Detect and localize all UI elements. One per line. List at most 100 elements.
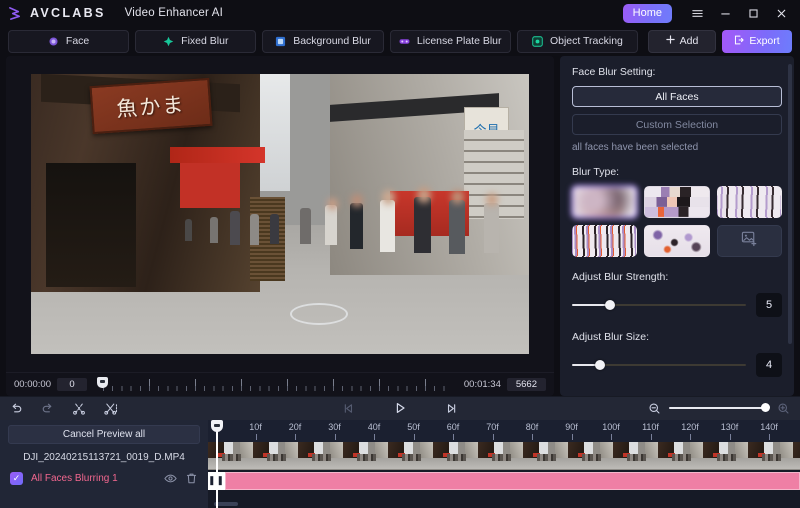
main-toolbar: Face Fixed Blur Background Blur License … [0, 26, 800, 56]
export-button[interactable]: Export [722, 29, 793, 53]
title-bar: AVCLABS Video Enhancer AI Home [0, 0, 800, 26]
blur-size-knob[interactable] [594, 360, 605, 370]
smear-blur-thumb[interactable] [716, 186, 782, 218]
filmstrip-thumbnail [523, 441, 568, 470]
layer-checkbox[interactable]: ✓ [10, 471, 23, 485]
timeline-ruler-label: 60f [446, 421, 460, 432]
blur-strength-slider[interactable] [572, 298, 746, 312]
trash-delete-icon[interactable] [185, 472, 198, 485]
noise-blur-thumb[interactable] [644, 225, 709, 257]
preview-playhead[interactable] [96, 377, 108, 388]
blurred-face [485, 192, 498, 206]
effect-track-row: ❚❚ [208, 471, 800, 490]
filmstrip-thumbnail [613, 441, 658, 470]
filmstrip-thumbnail [793, 441, 800, 470]
timeline-ruler-label: 140f [760, 421, 778, 432]
product-name: Video Enhancer AI [124, 7, 224, 19]
mosaic-blur-thumb[interactable] [644, 186, 709, 218]
next-frame-icon[interactable] [445, 402, 458, 415]
selection-hint: all faces have been selected [572, 142, 699, 153]
timeline-ruler-tick [532, 433, 533, 440]
timeline-ruler-label: 130f [720, 421, 739, 432]
video-area[interactable]: 魚かま 今見 [6, 56, 554, 372]
blur-strength-row: 5 [572, 293, 782, 317]
timeline-zoom-knob[interactable] [761, 403, 770, 412]
cancel-preview-all-button[interactable]: Cancel Preview all [8, 424, 200, 444]
tool-object-tracking[interactable]: Object Tracking [516, 29, 639, 53]
gaussian-blur-thumb[interactable] [572, 186, 638, 218]
blur-size-slider[interactable] [572, 358, 746, 372]
timeline-ruler[interactable]: 0f10f20f30f40f50f60f70f80f90f100f110f120… [208, 419, 800, 442]
panel-scrollbar[interactable] [788, 64, 792, 344]
close-icon[interactable] [768, 2, 794, 24]
zoom-out-icon[interactable] [648, 402, 661, 415]
filmstrip-thumbnail [343, 441, 388, 470]
tool-background-blur[interactable]: Background Blur [262, 29, 384, 53]
minimize-icon[interactable] [712, 2, 738, 24]
all-faces-button[interactable]: All Faces [572, 86, 782, 107]
tool-license-plate-blur[interactable]: License Plate Blur [389, 29, 511, 53]
timeline-ruler-label: 120f [681, 421, 699, 432]
filmstrip-thumbnail [388, 441, 433, 470]
video-filmstrip[interactable] [208, 441, 800, 470]
add-button[interactable]: Add [648, 29, 717, 53]
background-blur-icon [275, 36, 286, 47]
tool-face[interactable]: Face [8, 29, 130, 53]
play-icon[interactable] [393, 401, 407, 415]
timeline-ruler-tick [769, 433, 770, 440]
split-clip-icon[interactable] [72, 402, 86, 415]
filmstrip-thumbnail [298, 441, 343, 470]
preview-ruler[interactable] [95, 377, 456, 391]
redo-icon[interactable] [41, 402, 54, 415]
blur-strength-knob[interactable] [605, 300, 616, 310]
timeline-ruler-label: 40f [367, 421, 381, 432]
blur-strength-value[interactable]: 5 [756, 293, 782, 317]
blur-effect-clip[interactable] [225, 471, 800, 490]
filmstrip-thumbnail [253, 441, 298, 470]
filmstrip-thumbnail [658, 441, 703, 470]
layer-row: ✓ All Faces Blurring 1 [8, 471, 200, 485]
add-custom-image-button[interactable] [716, 225, 782, 257]
timeline-ruler-tick [255, 433, 257, 440]
hamburger-menu-icon[interactable] [684, 2, 710, 24]
tool-fixed-blur[interactable]: Fixed Blur [135, 29, 257, 53]
layer-name[interactable]: All Faces Blurring 1 [31, 473, 156, 484]
custom-selection-button[interactable]: Custom Selection [572, 114, 782, 135]
previous-frame-icon[interactable] [342, 402, 355, 415]
timeline-zoom-controls [648, 402, 790, 415]
current-frame-field[interactable]: 0 [56, 377, 87, 391]
maximize-icon[interactable] [740, 2, 766, 24]
zoom-in-icon[interactable] [777, 402, 790, 415]
blur-strength-label: Adjust Blur Strength: [572, 271, 669, 283]
fixed-blur-icon [163, 36, 174, 47]
filmstrip-thumbnail [433, 441, 478, 470]
filmstrip-thumbnail [208, 441, 253, 470]
undo-icon[interactable] [10, 402, 23, 415]
cut-clip-icon[interactable] [104, 402, 118, 415]
clip-file-name: DJI_20240215113721_0019_D.MP4 [23, 451, 185, 463]
timeline-ruler-label: 50f [407, 421, 420, 432]
edit-controls [10, 402, 118, 415]
scene-crowd [31, 74, 529, 354]
blur-type-grid [572, 186, 782, 257]
timeline-tracks[interactable]: 0f10f20f30f40f50f60f70f80f90f100f110f120… [208, 419, 800, 508]
streak-blur-thumb[interactable] [572, 225, 638, 257]
total-frames-field[interactable]: 5662 [506, 377, 546, 391]
timeline-ruler-label: 80f [525, 421, 539, 432]
timeline-zoom-slider[interactable] [669, 402, 770, 414]
blur-type-title: Blur Type: [572, 166, 620, 178]
timeline-ruler-tick [650, 433, 652, 440]
blur-size-value[interactable]: 4 [756, 353, 782, 377]
timeline-playhead[interactable] [211, 419, 223, 508]
timeline-ruler-tick [729, 433, 731, 440]
start-timecode: 00:00:00 [14, 378, 51, 390]
timeline-ruler-tick [690, 433, 691, 440]
brand-name: AVCLABS [30, 6, 106, 20]
avclabs-logo-icon [8, 6, 23, 21]
tool-object-tracking-label: Object Tracking [549, 35, 623, 47]
timeline-playhead-handle[interactable] [211, 419, 223, 432]
home-button[interactable]: Home [622, 3, 672, 23]
eye-visibility-icon[interactable] [164, 472, 177, 485]
tool-license-plate-blur-label: License Plate Blur [416, 35, 502, 47]
video-frame[interactable]: 魚かま 今見 [31, 73, 529, 354]
